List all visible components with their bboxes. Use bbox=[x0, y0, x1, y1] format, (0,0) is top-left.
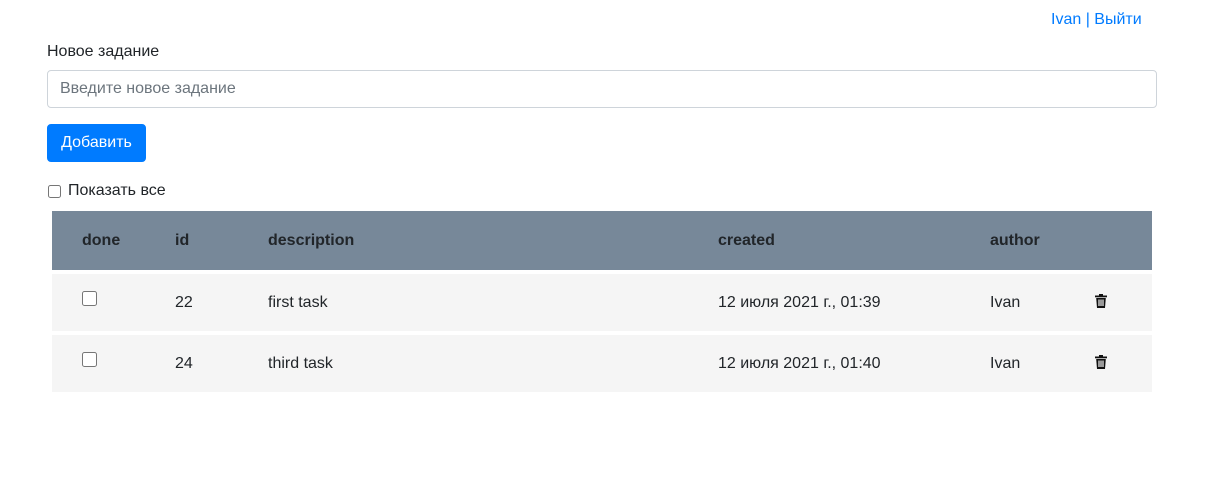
task-done-checkbox[interactable] bbox=[82, 351, 97, 367]
column-header-done: done bbox=[82, 231, 121, 249]
table-header-row: done id description created author bbox=[52, 211, 1152, 270]
new-task-label: Новое задание bbox=[47, 43, 160, 60]
task-id: 22 bbox=[175, 293, 193, 311]
column-header-id: id bbox=[175, 231, 190, 249]
task-author: Ivan bbox=[990, 293, 1021, 311]
delete-cell bbox=[1095, 335, 1152, 392]
add-task-button[interactable]: Добавить bbox=[47, 124, 146, 162]
task-created: 12 июля 2021 г., 01:40 bbox=[718, 354, 881, 372]
task-id: 24 bbox=[175, 354, 193, 372]
show-all-checkbox[interactable] bbox=[48, 184, 61, 198]
column-header-description: description bbox=[268, 231, 355, 249]
table-row: 24 third task 12 июля 2021 г., 01:40 Iva… bbox=[52, 335, 1152, 392]
done-cell bbox=[52, 335, 175, 392]
task-author: Ivan bbox=[990, 354, 1021, 372]
user-links-separator: | bbox=[1081, 11, 1095, 28]
username-link[interactable]: Ivan bbox=[1051, 11, 1081, 28]
logout-link[interactable]: Выйти bbox=[1094, 11, 1141, 28]
column-header-actions bbox=[1095, 211, 1152, 270]
trash-icon[interactable] bbox=[1095, 294, 1107, 313]
task-description: third task bbox=[268, 354, 333, 372]
tasks-table: done id description created author 22 fi… bbox=[52, 207, 1152, 396]
delete-cell bbox=[1095, 274, 1152, 331]
column-header-author: author bbox=[990, 231, 1040, 249]
show-all-toggle[interactable]: Показать все bbox=[47, 181, 166, 201]
new-task-input[interactable] bbox=[47, 70, 1157, 108]
show-all-label: Показать все bbox=[68, 182, 166, 199]
task-created: 12 июля 2021 г., 01:39 bbox=[718, 293, 881, 311]
task-done-checkbox[interactable] bbox=[82, 290, 97, 306]
table-row: 22 first task 12 июля 2021 г., 01:39 Iva… bbox=[52, 274, 1152, 331]
trash-icon[interactable] bbox=[1095, 355, 1107, 374]
done-cell bbox=[52, 274, 175, 331]
column-header-created: created bbox=[718, 231, 775, 249]
task-description: first task bbox=[268, 293, 328, 311]
user-links: Ivan | Выйти bbox=[1051, 10, 1142, 30]
